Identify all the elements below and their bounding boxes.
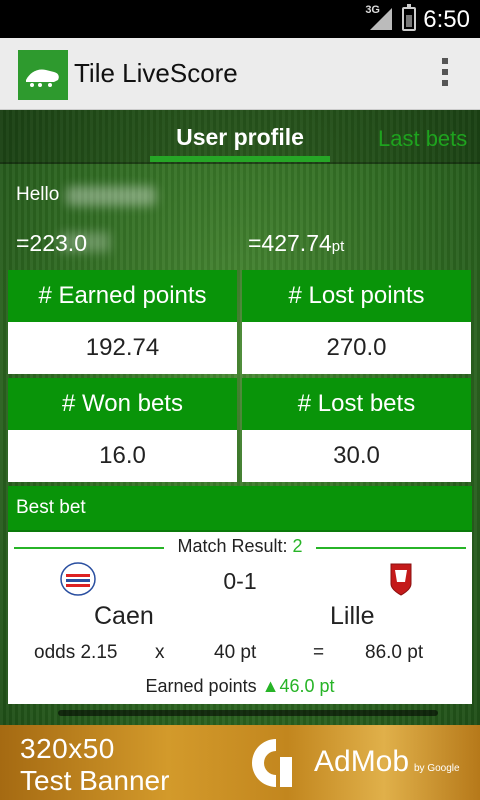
equals-sign: = [313,642,325,663]
balance-right-unit: pt [331,238,345,255]
blurred-currency [60,232,110,252]
stat-earned-points: # Earned points 192.74 [8,270,237,374]
stat-label: # Lost points [242,270,471,322]
ad-label: Test Banner [20,765,170,796]
clock: 6:50 [423,6,470,33]
multiply-sign: x [155,642,165,663]
home-team: Caen [94,602,154,630]
app-title: Tile LiveScore [74,58,238,88]
best-bet-body: Match Result: 2 0-1 Caen Lille odds 2.15… [8,530,472,704]
app-icon[interactable] [18,50,68,100]
tab-indicator [150,156,330,162]
overflow-menu-icon[interactable] [442,58,450,90]
away-team: Lille [330,602,375,630]
action-bar: Tile LiveScore [0,38,480,110]
stat-label: # Lost bets [242,378,471,430]
earned-label: Earned points [145,676,257,696]
stat-value: 192.74 [8,322,237,374]
status-bar: 3G 6:50 [0,0,480,38]
balance-right-value: =427.74 [248,230,332,256]
scrollbar[interactable] [58,710,438,716]
ad-brand: AdMob [314,745,410,778]
profile-content: User profile Last bets Hello =223.0 =427… [0,110,480,725]
stat-lost-bets: # Lost bets 30.0 [242,378,471,482]
up-arrow-icon: ▲ [261,676,280,696]
ad-size: 320x50 [20,733,115,764]
stat-label: # Won bets [8,378,237,430]
match-result-label: Match Result: [177,536,288,556]
ad-banner[interactable]: 320x50 Test Banner AdMob by Google [0,725,480,800]
battery-icon [402,4,416,31]
admob-logo-icon [252,739,292,787]
signal-icon [370,8,392,30]
earned-value: 46.0 pt [279,676,335,696]
football-boot-icon [26,69,59,87]
best-bet-header: Best bet [8,486,472,530]
stat-value: 16.0 [8,430,237,482]
payout: 86.0 pt [365,642,424,663]
odds: odds 2.15 [34,642,118,663]
tab-last-bets[interactable]: Last bets [378,126,467,152]
stat-won-bets: # Won bets 16.0 [8,378,237,482]
tab-user-profile[interactable]: User profile [150,124,330,151]
stat-lost-points: # Lost points 270.0 [242,270,471,374]
earned-points-row: Earned points ▲46.0 pt [8,676,472,697]
stat-label: # Earned points [8,270,237,322]
match-result-value: 2 [292,536,303,556]
greeting: Hello [16,184,60,205]
balance-right: =427.74pt [248,230,344,257]
tab-bar: User profile Last bets [0,110,480,164]
stat-value: 30.0 [242,430,471,482]
best-bet-card[interactable]: Best bet Match Result: 2 0-1 Caen Lille … [8,486,472,708]
lille-crest-icon [390,563,412,596]
blurred-username [66,186,156,206]
stat-value: 270.0 [242,322,471,374]
match-result: Match Result: 2 [8,536,472,557]
stake: 40 pt [214,642,257,663]
ad-by-google: by Google [414,763,460,774]
